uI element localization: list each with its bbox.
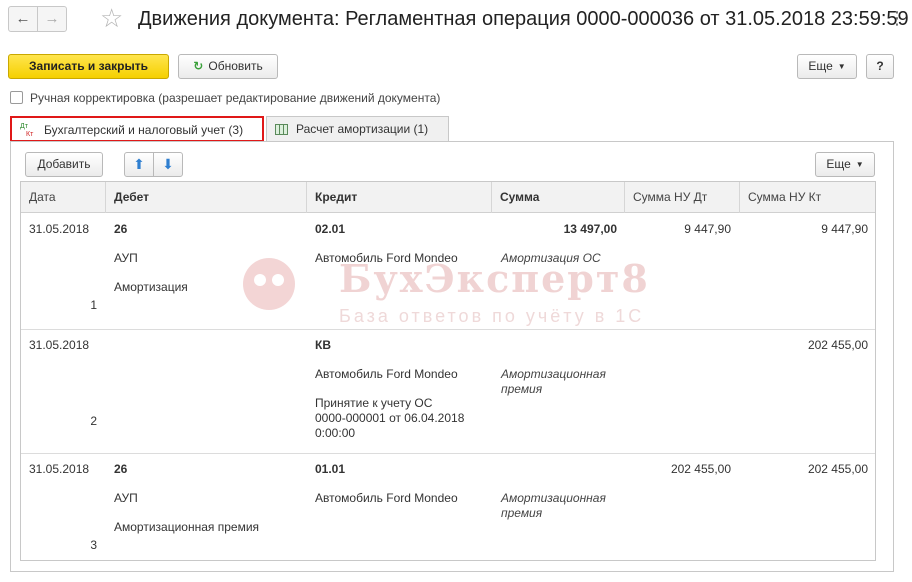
help-button[interactable]: ? bbox=[866, 54, 894, 79]
tab-accounting[interactable]: Дт Кт Бухгалтерский и налоговый учет (3) bbox=[10, 116, 264, 142]
row-date: 31.05.2018 bbox=[29, 462, 90, 476]
row-nu-kt: 202 455,00 bbox=[807, 338, 868, 352]
refresh-button[interactable]: ↻ Обновить bbox=[178, 54, 278, 79]
row-number: 1 bbox=[90, 298, 97, 312]
manual-edit-checkbox[interactable] bbox=[10, 91, 23, 105]
add-button[interactable]: Добавить bbox=[25, 152, 103, 177]
manual-edit-row: Ручная корректировка (разрешает редактир… bbox=[10, 90, 440, 105]
more-label: Еще bbox=[808, 59, 833, 73]
refresh-icon: ↻ bbox=[193, 59, 204, 73]
chevron-down-icon: ▼ bbox=[837, 62, 846, 72]
row-sum-note-line-1: Амортизационная bbox=[501, 367, 606, 381]
move-up-button[interactable]: ⬆ bbox=[124, 152, 154, 177]
arrow-right-icon: → bbox=[44, 10, 60, 27]
row-nu-kt: 9 447,90 bbox=[821, 222, 868, 236]
credit-account: 01.01 bbox=[315, 462, 346, 476]
table-row[interactable]: 31.05.2018 1 26 АУП Амортизация 02.01 Ав… bbox=[21, 214, 875, 330]
tab-accounting-label: Бухгалтерский и налоговый учет (3) bbox=[44, 123, 244, 137]
row-number: 3 bbox=[90, 538, 97, 552]
row-date: 31.05.2018 bbox=[29, 222, 90, 236]
row-nu-kt: 202 455,00 bbox=[807, 462, 868, 476]
row-sum: 13 497,00 bbox=[563, 222, 617, 236]
row-nu-dt: 202 455,00 bbox=[670, 462, 731, 476]
tab-depreciation-label: Расчет амортизации (1) bbox=[296, 122, 429, 136]
credit-subconto-1: Автомобиль Ford Mondeo bbox=[315, 367, 458, 381]
debit-subconto-2: Амортизация bbox=[114, 280, 188, 294]
column-header-debit[interactable]: Дебет bbox=[106, 182, 307, 213]
move-down-button[interactable]: ⬇ bbox=[153, 152, 183, 177]
title-bar: ← → ☆ Движения документа: Регламентная о… bbox=[0, 0, 912, 40]
arrow-down-icon: ⬇ bbox=[162, 156, 174, 172]
credit-subconto-2-line-3: 0:00:00 bbox=[315, 426, 356, 440]
column-header-sum-nu-kt[interactable]: Сумма НУ Кт bbox=[740, 182, 875, 213]
manual-edit-label[interactable]: Ручная корректировка (разрешает редактир… bbox=[30, 91, 440, 105]
row-number: 2 bbox=[90, 414, 97, 428]
forward-button[interactable]: → bbox=[37, 6, 67, 32]
row-date: 31.05.2018 bbox=[29, 338, 90, 352]
favorite-star-icon[interactable]: ☆ bbox=[100, 3, 123, 33]
table-row[interactable]: 31.05.2018 3 26 АУП Амортизационная прем… bbox=[21, 454, 875, 560]
credit-subconto-1: Автомобиль Ford Mondeo bbox=[315, 491, 458, 505]
table-row[interactable]: 31.05.2018 2 КВ Автомобиль Ford Mondeo П… bbox=[21, 330, 875, 454]
dt-kt-icon: Дт Кт bbox=[20, 122, 34, 138]
column-header-date[interactable]: Дата bbox=[21, 182, 106, 213]
table-more-label: Еще bbox=[826, 157, 851, 171]
more-menu-button[interactable]: Еще ▼ bbox=[797, 54, 857, 79]
column-header-sum-nu-dt[interactable]: Сумма НУ Дт bbox=[625, 182, 740, 213]
debit-account: 26 bbox=[114, 462, 128, 476]
row-sum-note-line-1: Амортизационная bbox=[501, 491, 606, 505]
entries-table[interactable]: Дата Дебет Кредит Сумма Сумма НУ Дт Сумм… bbox=[20, 181, 876, 561]
row-nu-dt: 9 447,90 bbox=[684, 222, 731, 236]
credit-subconto-2-line-1: Принятие к учету ОС bbox=[315, 396, 433, 410]
arrow-left-icon: ← bbox=[15, 10, 31, 27]
table-more-button[interactable]: Еще ▼ bbox=[815, 152, 875, 177]
menu-dots-icon[interactable]: ⋮ bbox=[888, 8, 906, 29]
debit-subconto-1: АУП bbox=[114, 251, 138, 265]
debit-account: 26 bbox=[114, 222, 128, 236]
save-and-close-button[interactable]: Записать и закрыть bbox=[8, 54, 169, 79]
refresh-label: Обновить bbox=[208, 59, 263, 73]
column-header-credit[interactable]: Кредит bbox=[307, 182, 492, 213]
table-icon bbox=[275, 124, 288, 136]
credit-account: 02.01 bbox=[315, 222, 346, 236]
table-header: Дата Дебет Кредит Сумма Сумма НУ Дт Сумм… bbox=[21, 182, 875, 213]
row-sum-note-line-2: премия bbox=[501, 506, 543, 520]
column-header-sum[interactable]: Сумма bbox=[492, 182, 625, 213]
credit-subconto-2-line-2: 0000-000001 от 06.04.2018 bbox=[315, 411, 465, 425]
credit-subconto-1: Автомобиль Ford Mondeo bbox=[315, 251, 458, 265]
arrow-up-icon: ⬆ bbox=[133, 156, 145, 172]
chevron-down-icon: ▼ bbox=[855, 160, 864, 170]
credit-account: КВ bbox=[315, 338, 331, 352]
debit-subconto-1: АУП bbox=[114, 491, 138, 505]
row-sum-note-line-2: премия bbox=[501, 382, 543, 396]
debit-subconto-2: Амортизационная премия bbox=[114, 520, 260, 534]
row-sum-note: Амортизация ОС bbox=[501, 251, 601, 265]
window-title: Движения документа: Регламентная операци… bbox=[138, 8, 909, 30]
tab-depreciation[interactable]: Расчет амортизации (1) bbox=[266, 116, 449, 142]
back-button[interactable]: ← bbox=[8, 6, 38, 32]
